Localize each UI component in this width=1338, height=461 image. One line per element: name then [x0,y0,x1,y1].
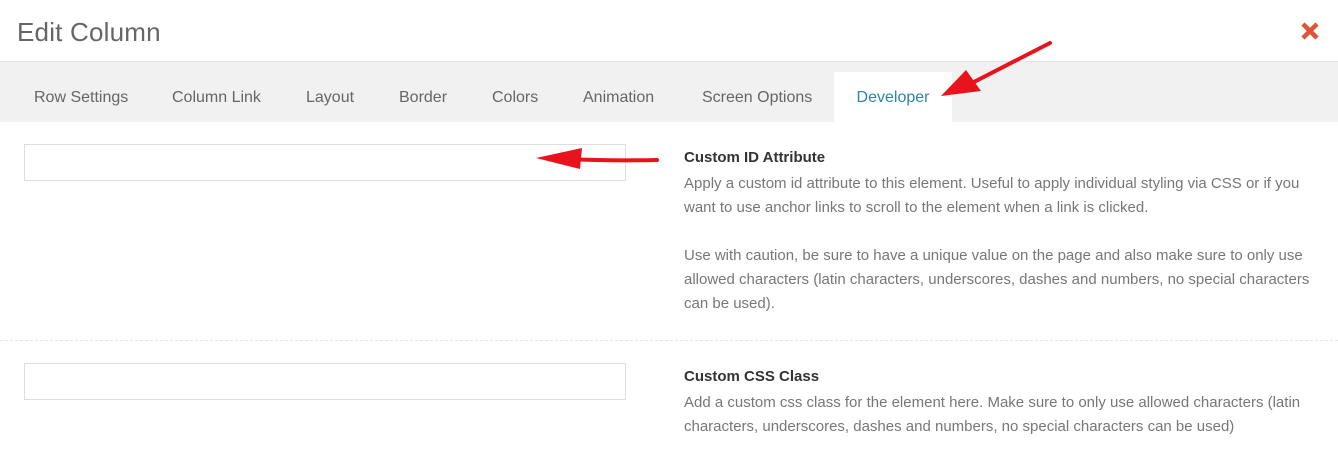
tab-layout[interactable]: Layout [306,62,354,122]
tab-bar: Row Settings Column Link Layout Border C… [0,62,1338,122]
custom-css-description: Add a custom css class for the element h… [684,394,1301,435]
custom-id-description: Apply a custom id attribute to this elem… [684,175,1300,216]
tab-screen-options[interactable]: Screen Options [702,62,812,122]
custom-id-title: Custom ID Attribute [684,149,826,166]
edit-column-modal: Edit Column Row Settings Column Link Lay… [0,0,1338,461]
custom-id-description-block: Custom ID Attribute Apply a custom id at… [684,148,1324,316]
custom-css-title: Custom CSS Class [684,368,820,385]
modal-header: Edit Column [0,0,1338,62]
custom-id-note: Use with caution, be sure to have a uniq… [684,247,1310,312]
tab-colors[interactable]: Colors [492,62,538,122]
tab-column-link[interactable]: Column Link [172,62,261,122]
tab-border[interactable]: Border [399,62,447,122]
custom-css-class-input[interactable] [24,363,626,400]
custom-css-description-block: Custom CSS Class Add a custom css class … [684,367,1324,439]
close-icon[interactable] [1298,19,1322,43]
custom-id-input[interactable] [24,144,626,181]
tab-row-settings[interactable]: Row Settings [34,62,128,122]
row-divider [0,340,1338,341]
tab-developer[interactable]: Developer [834,72,952,122]
tab-animation[interactable]: Animation [583,62,654,122]
modal-title: Edit Column [17,17,161,47]
